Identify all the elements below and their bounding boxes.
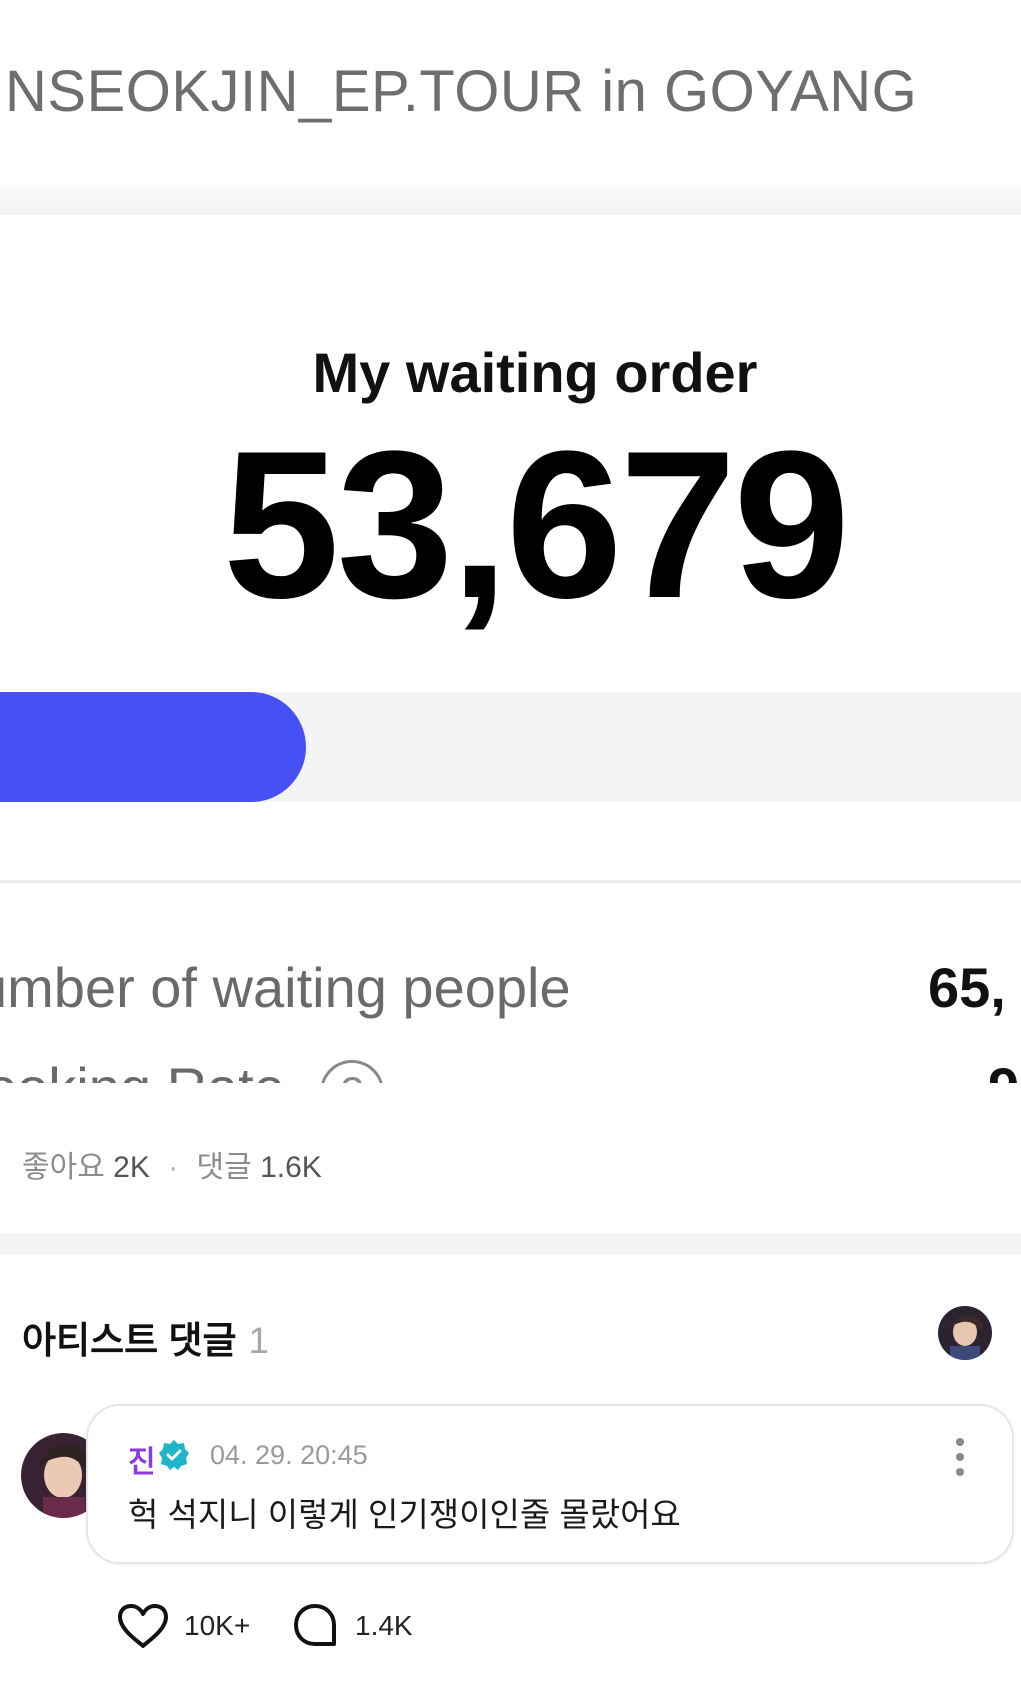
waiting-order-number: 53,679 xyxy=(222,407,850,642)
comment-like-count: 10K+ xyxy=(184,1610,251,1641)
section-divider xyxy=(0,1233,1021,1255)
stats-separator: · xyxy=(168,1151,179,1184)
booking-rate-value: 9 xyxy=(988,1055,1019,1083)
embedded-screenshot: NSEOKJIN_EP.TOUR in GOYANG My waiting or… xyxy=(0,0,1021,1083)
likes-count: 2K xyxy=(113,1151,150,1184)
waiting-people-label: umber of waiting people xyxy=(0,956,571,1019)
comment-author[interactable]: 진 xyxy=(128,1437,156,1481)
comment-reply-count: 1.4K xyxy=(355,1610,413,1641)
likes-label: 좋아요 xyxy=(22,1151,105,1184)
comments-count: 1.6K xyxy=(260,1151,322,1184)
stats-divider xyxy=(0,880,1021,883)
more-options-icon[interactable] xyxy=(952,1436,968,1478)
tour-title: NSEOKJIN_EP.TOUR in GOYANG xyxy=(5,59,918,124)
heart-icon[interactable] xyxy=(117,1603,169,1649)
artist-avatar[interactable] xyxy=(938,1306,992,1360)
post-stats: 좋아요 2K · 댓글 1.6K xyxy=(22,1142,322,1186)
waiting-order-label: My waiting order xyxy=(312,341,758,404)
artist-comments-title: 아티스트 댓글 xyxy=(22,1320,237,1361)
queue-progress-fill xyxy=(0,692,307,802)
verified-icon xyxy=(158,1439,190,1471)
comments-label: 댓글 xyxy=(196,1151,252,1184)
comment-bubble-icon[interactable] xyxy=(292,1602,338,1648)
help-icon: ? xyxy=(320,1060,384,1083)
waiting-people-value: 65, xyxy=(928,956,1006,1019)
queue-progress-bar xyxy=(0,692,1021,802)
comment-timestamp: 04. 29. 20:45 xyxy=(210,1440,368,1470)
artist-comments-heading[interactable]: 아티스트 댓글 1 xyxy=(22,1310,269,1364)
title-divider xyxy=(0,185,1021,215)
comment-text: 헉 석지니 이렇게 인기쟁이인줄 몰랐어요 xyxy=(128,1496,681,1533)
booking-rate-label: ooking Rate xyxy=(0,1055,285,1083)
artist-comments-count: 1 xyxy=(248,1320,270,1361)
comment-bubble xyxy=(86,1404,1014,1564)
